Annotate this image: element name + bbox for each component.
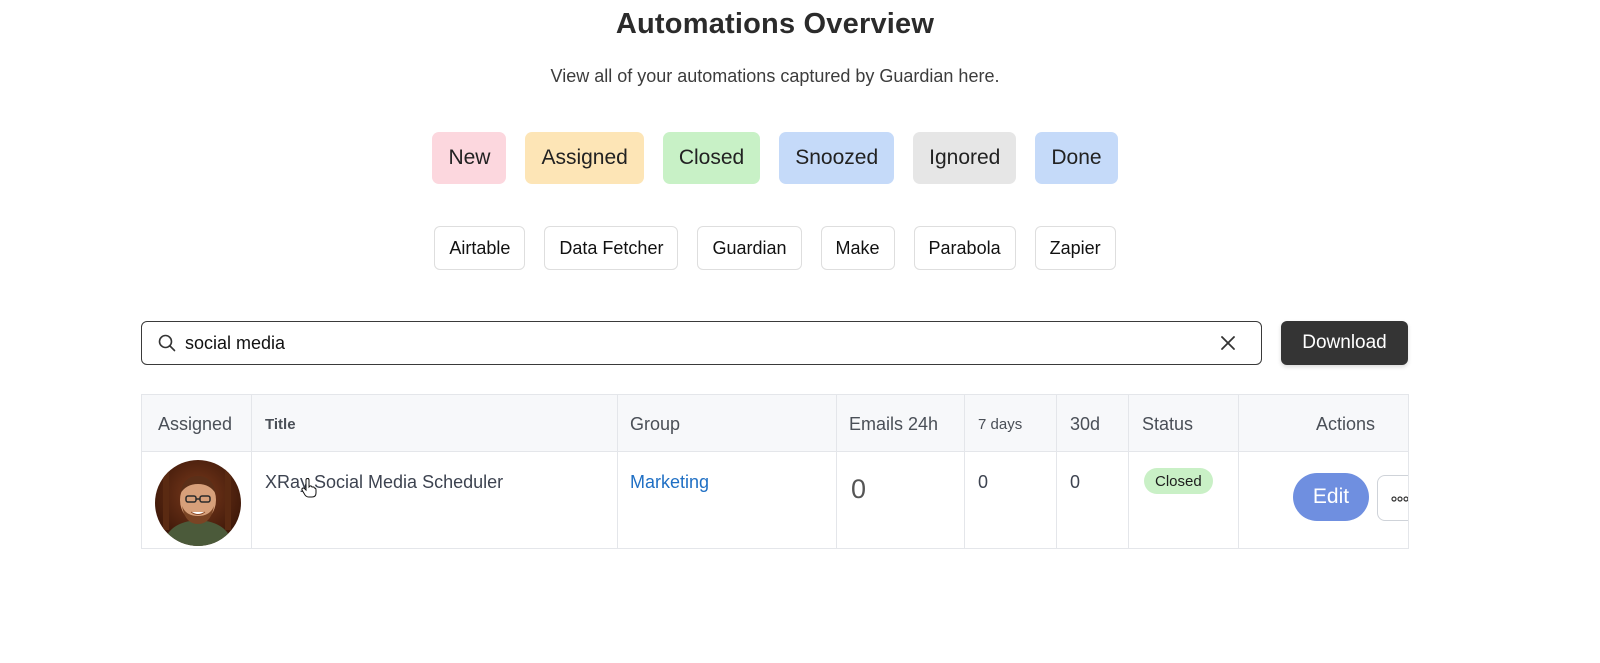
page-subtitle: View all of your automations captured by… bbox=[550, 66, 1000, 86]
column-header-group[interactable]: Group bbox=[630, 414, 680, 435]
hand-cursor-icon bbox=[301, 477, 317, 498]
more-options-button[interactable] bbox=[1377, 475, 1408, 521]
source-filter-zapier[interactable]: Zapier bbox=[1034, 226, 1116, 270]
row-7-days: 0 bbox=[978, 472, 989, 492]
column-header-emails-24h[interactable]: Emails 24h bbox=[849, 414, 938, 435]
page-title: Automations Overview bbox=[615, 8, 935, 40]
source-filter-guardian[interactable]: Guardian bbox=[697, 226, 802, 270]
status-filter-ignored[interactable]: Ignored bbox=[913, 132, 1017, 184]
automations-page: Automations Overview View all of your au… bbox=[0, 0, 1600, 663]
status-filter-row: New Assigned Closed Snoozed Ignored Done bbox=[0, 132, 1550, 184]
source-filter-make[interactable]: Make bbox=[820, 226, 895, 270]
source-filter-parabola[interactable]: Parabola bbox=[913, 226, 1016, 270]
automations-table: Assigned Title Group Emails 24h 7 days 3… bbox=[141, 394, 1409, 549]
search-icon bbox=[157, 333, 177, 353]
column-header-actions: Actions bbox=[1316, 414, 1376, 434]
search-bar bbox=[141, 321, 1262, 365]
search-input[interactable] bbox=[185, 332, 1217, 354]
column-header-30d[interactable]: 30d bbox=[1070, 414, 1100, 435]
row-30d: 0 bbox=[1070, 472, 1081, 492]
status-filter-closed[interactable]: Closed bbox=[662, 132, 761, 184]
row-emails-24h: 0 bbox=[851, 474, 867, 504]
table-row[interactable]: XRay Social Media Scheduler Marketing 0 … bbox=[142, 452, 1408, 548]
column-header-title[interactable]: Title bbox=[265, 416, 296, 433]
close-icon[interactable] bbox=[1217, 332, 1239, 354]
edit-button[interactable]: Edit bbox=[1293, 473, 1369, 521]
column-header-assigned[interactable]: Assigned bbox=[158, 414, 232, 435]
status-filter-done[interactable]: Done bbox=[1035, 132, 1118, 184]
source-filter-data-fetcher[interactable]: Data Fetcher bbox=[544, 226, 679, 270]
column-header-status[interactable]: Status bbox=[1142, 414, 1193, 435]
avatar bbox=[155, 460, 241, 546]
status-filter-snoozed[interactable]: Snoozed bbox=[779, 132, 895, 184]
row-group-link[interactable]: Marketing bbox=[630, 472, 709, 493]
download-button[interactable]: Download bbox=[1281, 321, 1408, 365]
status-badge: Closed bbox=[1144, 468, 1213, 494]
status-filter-new[interactable]: New bbox=[432, 132, 507, 184]
column-header-7-days[interactable]: 7 days bbox=[978, 416, 1022, 433]
table-header: Assigned Title Group Emails 24h 7 days 3… bbox=[142, 395, 1408, 452]
source-filter-airtable[interactable]: Airtable bbox=[434, 226, 526, 270]
source-filter-row: Airtable Data Fetcher Guardian Make Para… bbox=[0, 226, 1550, 270]
more-horizontal-icon bbox=[1391, 489, 1408, 507]
status-filter-assigned[interactable]: Assigned bbox=[525, 132, 644, 184]
